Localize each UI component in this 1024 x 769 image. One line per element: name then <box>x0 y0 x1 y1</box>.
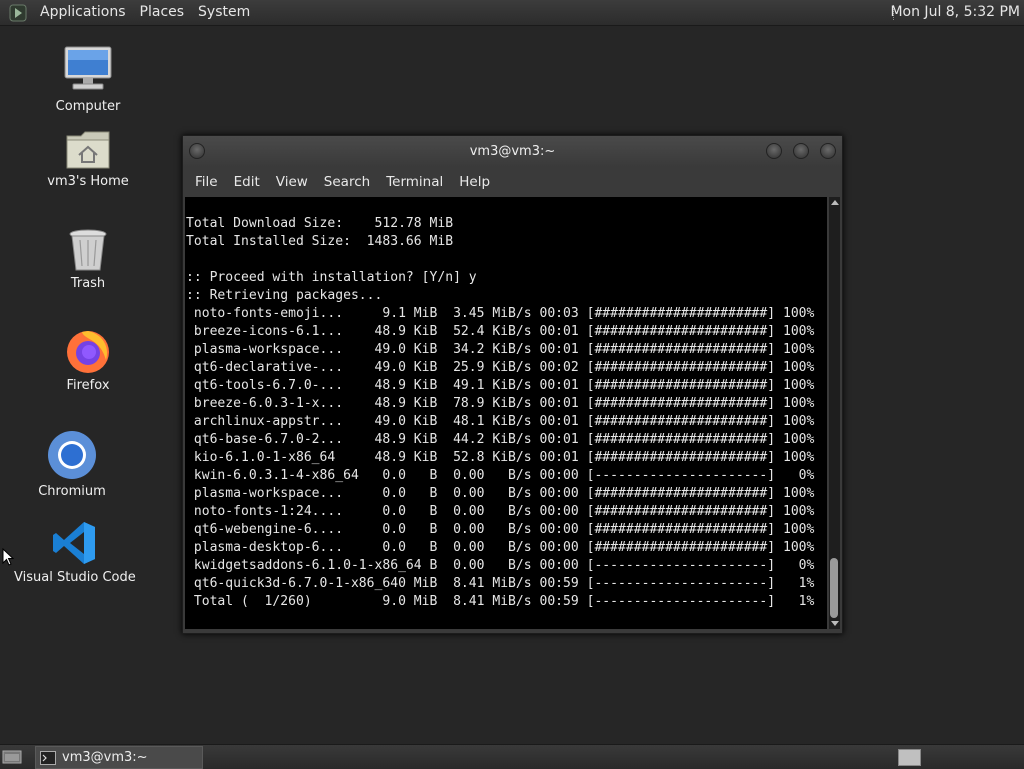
minimize-button[interactable] <box>766 143 782 159</box>
scroll-down-arrow-icon[interactable] <box>831 621 839 626</box>
terminal-menu[interactable]: Terminal <box>378 174 451 190</box>
search-menu[interactable]: Search <box>316 174 378 190</box>
desktop-icon-label: vm3's Home <box>47 174 129 189</box>
workspace-switcher[interactable] <box>898 749 921 766</box>
bottom-panel: vm3@vm3:~ <box>0 744 1024 769</box>
system-menu[interactable]: System <box>191 0 257 25</box>
window-titlebar[interactable]: vm3@vm3:~ <box>183 136 842 167</box>
terminal-icon <box>40 750 56 765</box>
window-title: vm3@vm3:~ <box>469 144 556 159</box>
desktop-icon-home[interactable]: vm3's Home <box>38 128 138 189</box>
desktop-icon-label: Firefox <box>66 378 110 393</box>
terminal-output[interactable]: Total Download Size: 512.78 MiB Total In… <box>185 197 827 629</box>
desktop-icon-chromium[interactable]: Chromium <box>32 430 112 499</box>
desktop-icon-label: Computer <box>55 99 121 114</box>
desktop-icon-label: Visual Studio Code <box>14 570 136 585</box>
desktop-icon-trash[interactable]: Trash <box>48 228 128 291</box>
terminal-menubar: File Edit View Search Terminal Help <box>183 167 842 196</box>
edit-menu[interactable]: Edit <box>226 174 268 190</box>
show-desktop-icon[interactable] <box>2 749 22 765</box>
desktop-icon-vscode[interactable]: Visual Studio Code <box>14 520 136 585</box>
home-folder-icon <box>65 128 111 170</box>
mouse-cursor-icon <box>2 547 15 570</box>
view-menu[interactable]: View <box>268 174 316 190</box>
top-panel: Applications Places System Mon Jul 8, 5:… <box>0 0 1024 26</box>
terminal-window[interactable]: vm3@vm3:~ File Edit View Search Terminal… <box>182 135 843 634</box>
computer-icon <box>63 45 113 95</box>
scroll-up-arrow-icon[interactable] <box>831 200 839 205</box>
vscode-icon <box>51 520 97 566</box>
applications-menu[interactable]: Applications <box>33 0 133 25</box>
clock[interactable]: Mon Jul 8, 5:32 PM <box>890 0 1020 25</box>
gnome-foot-icon[interactable] <box>9 4 27 22</box>
desktop-icon-label: Trash <box>70 276 106 291</box>
scrollbar-thumb[interactable] <box>830 558 838 618</box>
firefox-icon <box>64 326 112 374</box>
file-menu[interactable]: File <box>187 174 226 190</box>
maximize-button[interactable] <box>793 143 809 159</box>
close-button[interactable] <box>820 143 836 159</box>
desktop-icon-computer[interactable]: Computer <box>48 45 128 114</box>
terminal-scrollbar[interactable] <box>829 197 840 629</box>
chromium-icon <box>47 430 97 480</box>
taskbar-label: vm3@vm3:~ <box>62 750 148 765</box>
places-menu[interactable]: Places <box>133 0 192 25</box>
window-menu-icon[interactable] <box>189 143 205 159</box>
help-menu[interactable]: Help <box>451 174 498 190</box>
taskbar-terminal-button[interactable]: vm3@vm3:~ <box>35 746 203 769</box>
terminal-text: Total Download Size: 512.78 MiB Total In… <box>186 216 815 609</box>
trash-icon <box>68 228 108 272</box>
desktop-icon-label: Chromium <box>38 484 106 499</box>
desktop-icon-firefox[interactable]: Firefox <box>48 326 128 393</box>
